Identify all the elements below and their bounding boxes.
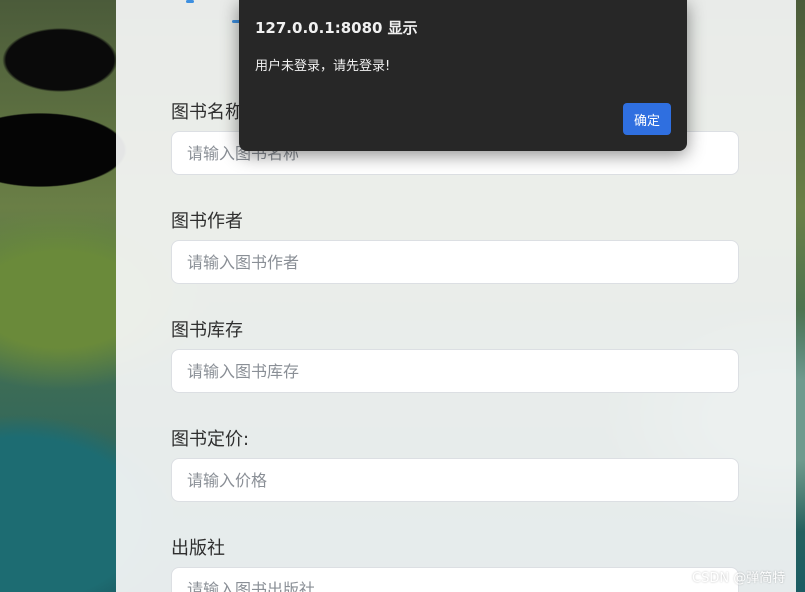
tab-indicator <box>186 0 194 3</box>
watermark: CSDN @弹简特 <box>692 571 786 586</box>
book-stock-input[interactable] <box>171 349 739 393</box>
book-author-label: 图书作者 <box>171 211 243 232</box>
publisher-input[interactable] <box>171 567 739 592</box>
alert-dialog: 127.0.0.1:8080 显示 用户未登录，请先登录! 确定 <box>239 0 687 151</box>
publisher-label: 出版社 <box>171 538 225 559</box>
dialog-message: 用户未登录，请先登录! <box>255 59 391 74</box>
dialog-title: 127.0.0.1:8080 显示 <box>255 19 418 37</box>
book-stock-label: 图书库存 <box>171 320 243 341</box>
book-author-input[interactable] <box>171 240 739 284</box>
book-name-label: 图书名称 <box>171 102 243 123</box>
book-price-label: 图书定价: <box>171 429 250 450</box>
book-price-input[interactable] <box>171 458 739 502</box>
ok-button[interactable]: 确定 <box>623 103 671 135</box>
